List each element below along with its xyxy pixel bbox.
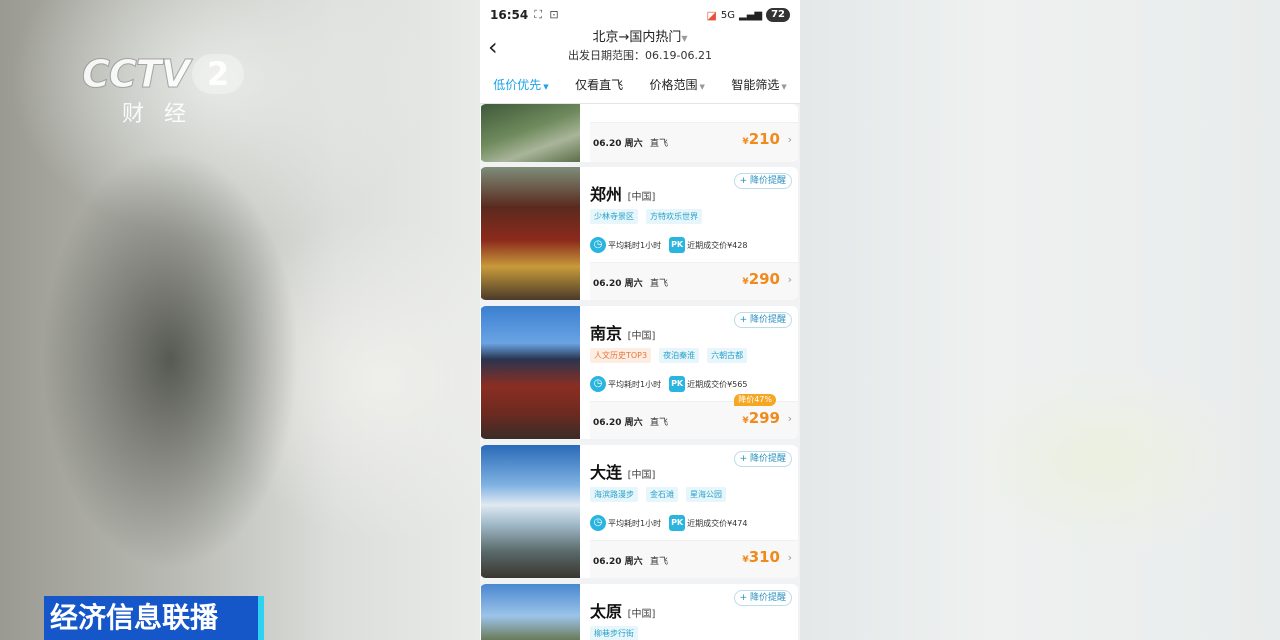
header: ‹ 北京→国内热门▼ 出发日期范围：06.19-06.21 xyxy=(480,30,800,66)
city-label: 太原 xyxy=(590,602,623,621)
tag: 柳巷步行街 xyxy=(590,626,638,640)
price-value: 299 xyxy=(748,409,780,427)
city-name: 大连 [中国] xyxy=(590,459,655,483)
status-bar: 16:54 ⛶ ⊡ ◪ 5G ▂▄▆ 72 xyxy=(480,0,800,30)
departure-date: 06.20 周六 xyxy=(593,279,643,289)
phone-screen: 16:54 ⛶ ⊡ ◪ 5G ▂▄▆ 72 ‹ 北京→国内热门▼ 出发日期范围：… xyxy=(480,0,800,640)
pk-icon: PK xyxy=(669,237,686,253)
recent-price: 近期成交价¥474 xyxy=(687,518,748,528)
departure-date: 06.20 周六 xyxy=(593,418,643,428)
country-label: [中国] xyxy=(627,609,656,620)
flight-type: 直飞 xyxy=(650,418,669,428)
filter-direct-only[interactable]: 仅看直飞 xyxy=(575,76,623,93)
destination-card[interactable]: 06.20 周六 直飞 ¥210 › xyxy=(480,104,798,162)
pk-icon: PK xyxy=(669,515,686,531)
destination-card-dalian[interactable]: 大连 [中国] + 降价提醒 海滨路漫步 金石滩 星海公园 ◷ 平均耗时1小时 … xyxy=(480,445,798,578)
destination-photo xyxy=(481,167,580,300)
price-value: 290 xyxy=(748,270,780,288)
battery-indicator: 72 xyxy=(766,8,790,22)
program-title: 经济信息联播 xyxy=(44,596,264,640)
filter-bar: 低价优先 ▼ 仅看直飞 价格范围 ▼ 智能筛选 ▼ xyxy=(480,66,800,104)
recent-price: 近期成交价¥565 xyxy=(687,379,748,389)
flight-type: 直飞 xyxy=(650,279,669,289)
destination-card-taiyuan[interactable]: 太原 [中国] + 降价提醒 柳巷步行街 xyxy=(480,584,798,640)
date-range: 出发日期范围：06.19-06.21 xyxy=(568,49,712,62)
price-value: 310 xyxy=(748,548,780,566)
city-name: 郑州 [中国] xyxy=(590,181,655,205)
cctv2-logo: CCTV 2 财经 xyxy=(82,54,247,129)
tag: 夜泊秦淮 xyxy=(659,348,700,363)
departure-date: 06.20 周六 xyxy=(593,139,643,149)
network-label: 5G xyxy=(720,9,735,21)
city-name: 太原 [中国] xyxy=(590,598,655,622)
caret-down-icon: ▼ xyxy=(543,83,549,91)
status-time: 16:54 xyxy=(490,8,529,22)
destination-photo xyxy=(481,445,580,578)
destination-photo xyxy=(481,584,580,640)
price-alert-button[interactable]: + 降价提醒 xyxy=(733,590,792,606)
filter-price-range[interactable]: 价格范围 ▼ xyxy=(650,76,705,93)
price: ¥310 xyxy=(742,548,780,566)
city-label: 大连 xyxy=(590,463,623,482)
pk-icon: PK xyxy=(669,376,686,392)
price: ¥290 xyxy=(742,270,780,288)
price-value: 210 xyxy=(748,130,780,148)
country-label: [中国] xyxy=(627,331,656,342)
tag: 少林寺景区 xyxy=(590,209,638,224)
caret-down-icon: ▼ xyxy=(699,83,705,91)
route-selector[interactable]: 北京→国内热门▼ xyxy=(480,30,800,47)
country-label: [中国] xyxy=(627,192,656,203)
chevron-right-icon: › xyxy=(787,273,792,286)
tag: 方特欢乐世界 xyxy=(646,209,702,224)
logo-channel: 2 xyxy=(192,54,244,94)
city-name: 南京 [中国] xyxy=(590,320,655,344)
price: ¥210 xyxy=(742,130,780,148)
nfc-icon: ◪ xyxy=(706,8,717,22)
filter-label: 智能筛选 xyxy=(731,78,780,92)
tag: 星海公园 xyxy=(686,487,726,502)
tag: 六朝古都 xyxy=(707,348,748,363)
avg-duration: 平均耗时1小时 xyxy=(608,518,662,528)
city-label: 郑州 xyxy=(590,185,623,204)
destination-card-nanjing[interactable]: 南京 [中国] + 降价提醒 人文历史TOP3 夜泊秦淮 六朝古都 ◷ 平均耗时… xyxy=(480,306,798,439)
destination-photo xyxy=(481,306,580,439)
price-alert-button[interactable]: + 降价提醒 xyxy=(733,312,792,328)
caret-down-icon: ▼ xyxy=(681,34,688,43)
studio-background-right xyxy=(800,0,1280,640)
clock-icon: ◷ xyxy=(590,237,606,253)
flight-type: 直飞 xyxy=(650,139,669,149)
route-label: 北京→国内热门 xyxy=(592,30,682,45)
price-alert-button[interactable]: + 降价提醒 xyxy=(733,451,792,467)
price-alert-button[interactable]: + 降价提醒 xyxy=(733,173,792,189)
clock-icon: ◷ xyxy=(590,376,606,392)
filter-label: 低价优先 xyxy=(493,78,542,92)
clock-icon: ◷ xyxy=(590,515,606,531)
logo-subtitle: 财经 xyxy=(122,102,207,127)
avg-duration: 平均耗时1小时 xyxy=(608,240,662,250)
chevron-right-icon: › xyxy=(787,551,792,564)
filter-low-price[interactable]: 低价优先 ▼ xyxy=(493,76,548,93)
chevron-right-icon: › xyxy=(787,133,792,146)
flight-type: 直飞 xyxy=(650,557,669,567)
tag: 人文历史TOP3 xyxy=(590,348,652,363)
avg-duration: 平均耗时1小时 xyxy=(608,379,662,389)
notification-icons: ⛶ ⊡ xyxy=(534,8,561,21)
discount-badge: 降价47% xyxy=(734,394,776,406)
destination-card-zhengzhou[interactable]: 郑州 [中国] + 降价提醒 少林寺景区 方特欢乐世界 ◷ 平均耗时1小时 PK… xyxy=(480,167,798,300)
filter-label: 仅看直飞 xyxy=(575,78,624,92)
destination-photo xyxy=(481,104,580,162)
chevron-right-icon: › xyxy=(787,412,792,425)
signal-icon: ▂▄▆ xyxy=(739,9,763,21)
tag: 金石滩 xyxy=(646,487,678,502)
departure-date: 06.20 周六 xyxy=(593,557,643,567)
tag: 海滨路漫步 xyxy=(590,487,638,502)
city-label: 南京 xyxy=(590,324,623,343)
price: ¥299 xyxy=(742,409,780,427)
country-label: [中国] xyxy=(627,470,656,481)
recent-price: 近期成交价¥428 xyxy=(687,240,748,250)
filter-label: 价格范围 xyxy=(649,78,698,92)
filter-smart[interactable]: 智能筛选 ▼ xyxy=(731,76,786,93)
caret-down-icon: ▼ xyxy=(781,83,787,91)
back-arrow-icon[interactable]: ‹ xyxy=(488,32,512,62)
